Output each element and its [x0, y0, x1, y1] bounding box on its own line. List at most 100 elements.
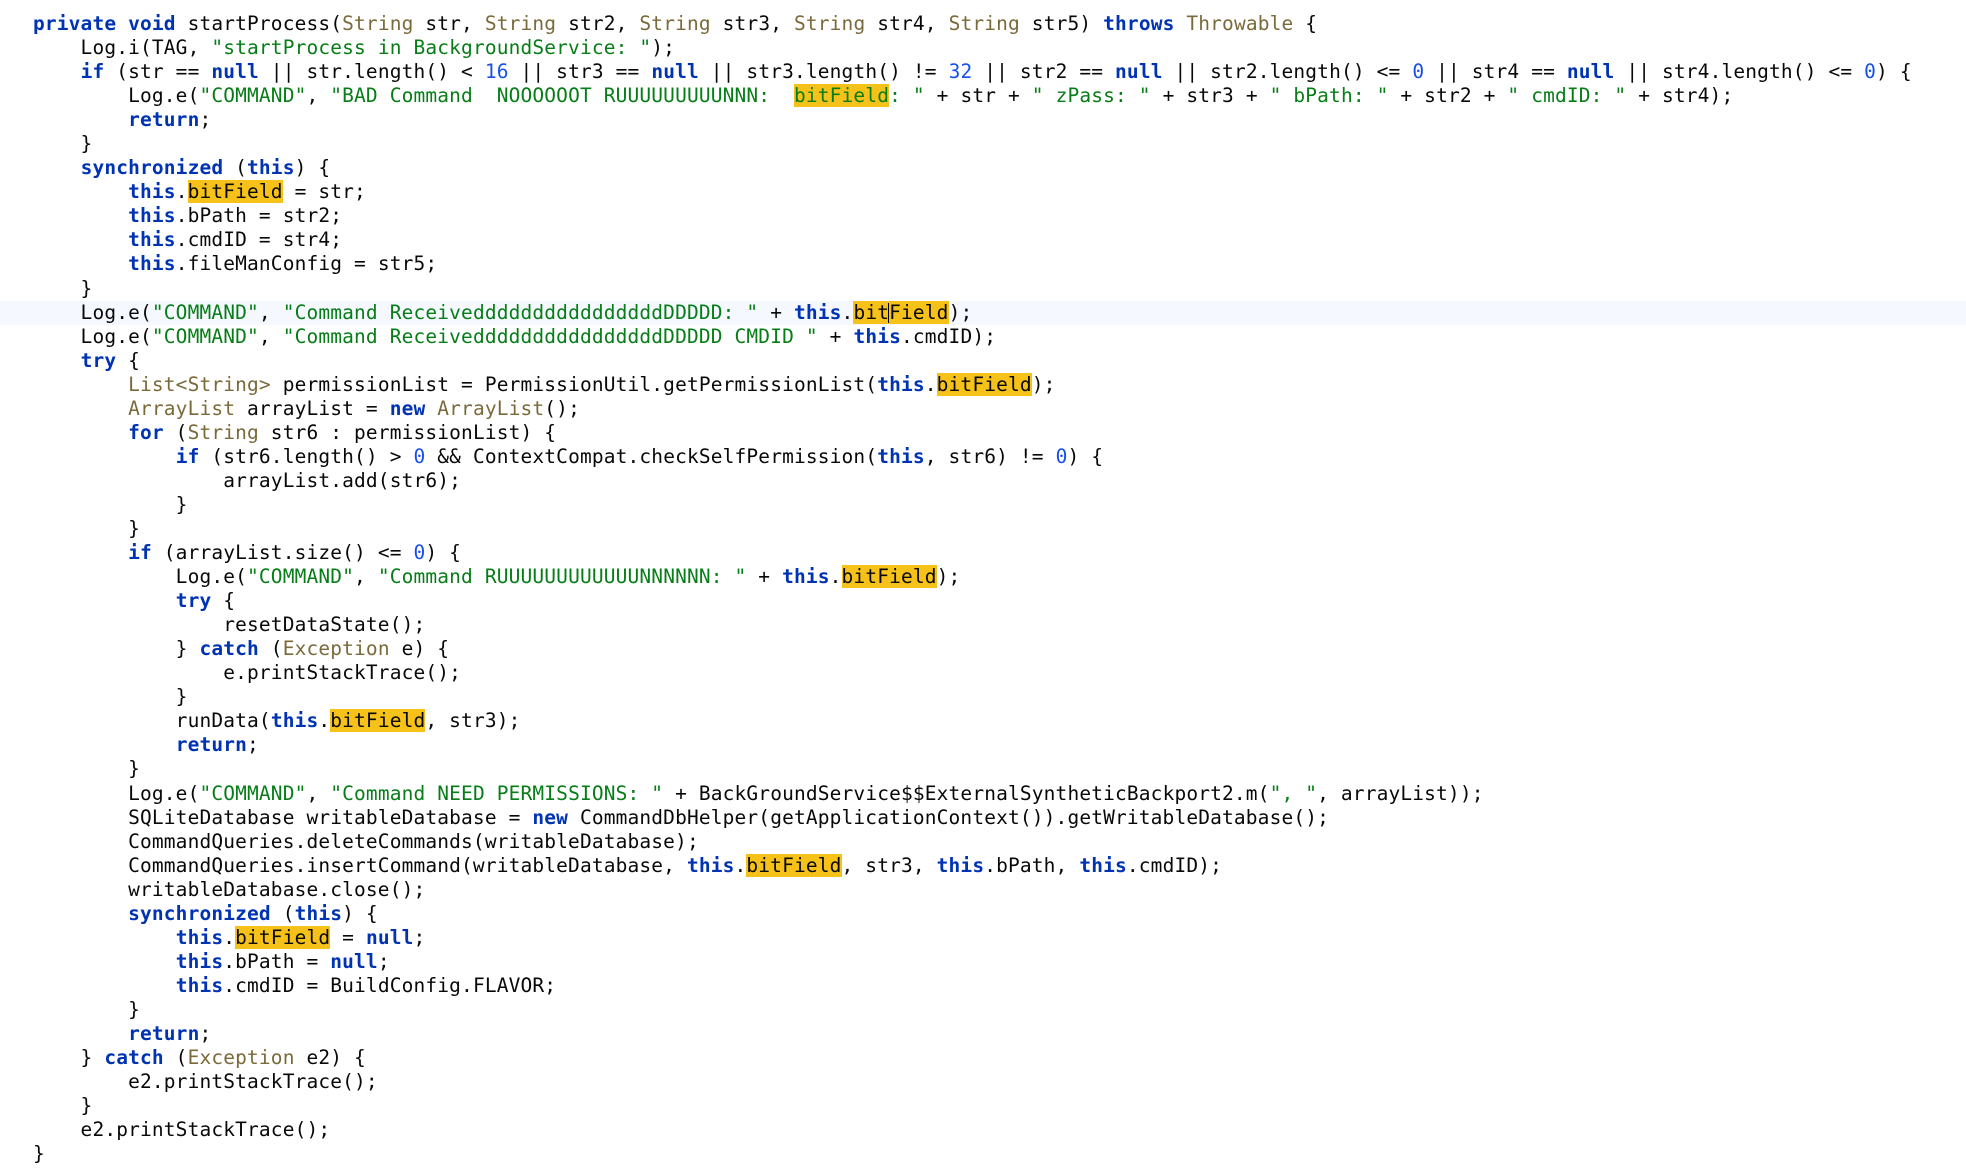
code-line[interactable]: } [0, 757, 1966, 781]
code-line[interactable]: Log.e("COMMAND", "Command RUUUUUUUUUUUUN… [0, 565, 1966, 589]
code-line[interactable]: runData(this.bitField, str3); [0, 709, 1966, 733]
code-line-current[interactable]: Log.e("COMMAND", "Command Receiveddddddd… [0, 300, 1966, 325]
code-line[interactable]: arrayList.add(str6); [0, 469, 1966, 493]
keyword-token: for [128, 420, 164, 444]
code-line[interactable]: if (arrayList.size() <= 0) { [0, 541, 1966, 565]
code-token: } [33, 1142, 45, 1166]
string-token: "COMMAND" [199, 84, 307, 108]
number-token: 32 [948, 60, 973, 84]
code-line[interactable]: resetDataState(); [0, 613, 1966, 637]
code-line[interactable]: for (String str6 : permissionList) { [0, 421, 1966, 445]
code-line[interactable]: try { [0, 349, 1966, 373]
code-line[interactable]: List<String> permissionList = Permission… [0, 372, 1966, 397]
code-token: SQLiteDatabase writableDatabase = [33, 805, 533, 829]
keyword-token: new [532, 805, 569, 829]
code-line[interactable]: if (str == null || str.length() < 16 || … [0, 60, 1966, 84]
code-token: .cmdID = BuildConfig.FLAVOR; [223, 973, 557, 997]
code-line[interactable]: } [0, 132, 1966, 156]
code-token: Log.e( [33, 781, 200, 805]
code-line[interactable]: } [0, 277, 1966, 301]
code-token: e.printStackTrace(); [33, 661, 462, 685]
code-line[interactable]: } [0, 493, 1966, 517]
code-line[interactable]: CommandQueries.deleteCommands(writableDa… [0, 830, 1966, 854]
code-token: ) { [425, 541, 462, 565]
code-line[interactable]: synchronized (this) { [0, 902, 1966, 926]
code-line[interactable]: this.bPath = str2; [0, 204, 1966, 228]
code-token: (str == [104, 60, 212, 84]
code-token: + BackGroundService$$ExternalSyntheticBa… [663, 781, 1270, 805]
code-line[interactable]: this.bitField = null; [0, 925, 1966, 950]
code-line[interactable]: writableDatabase.close(); [0, 878, 1966, 902]
code-line[interactable]: Log.i(TAG, "startProcess in BackgroundSe… [0, 36, 1966, 60]
code-token: Log.e( [33, 565, 248, 589]
type-token: Exception [282, 637, 390, 661]
code-line[interactable]: } [0, 998, 1966, 1022]
code-token: .bPath = str2; [175, 204, 343, 228]
code-token: ) { [342, 901, 378, 925]
type-token: ArrayList [128, 396, 236, 420]
code-line[interactable]: this.cmdID = str4; [0, 228, 1966, 252]
keyword-token: synchronized [128, 901, 271, 925]
code-line[interactable]: } [0, 1094, 1966, 1118]
code-token: (); [544, 396, 580, 420]
keyword-token: this [128, 204, 176, 228]
code-line[interactable]: CommandQueries.insertCommand(writableDat… [0, 853, 1966, 878]
code-token: startProcess( [175, 12, 343, 35]
keyword-token: this [686, 853, 735, 877]
code-token: arrayList.add(str6); [33, 468, 462, 492]
keyword-token: return [128, 1021, 200, 1045]
code-line[interactable]: e.printStackTrace(); [0, 661, 1966, 685]
code-token: || str3 == [508, 60, 652, 84]
code-editor[interactable]: private void startProcess(String str, St… [0, 0, 1966, 1173]
code-line[interactable]: return; [0, 1022, 1966, 1046]
keyword-token: null [365, 925, 414, 949]
code-token: , [306, 781, 331, 805]
code-token: str6 : permissionList) { [258, 420, 557, 444]
code-line[interactable]: SQLiteDatabase writableDatabase = new Co… [0, 806, 1966, 830]
code-line[interactable]: this.fileManConfig = str5; [0, 252, 1966, 276]
code-line[interactable]: synchronized (this) { [0, 156, 1966, 180]
keyword-token: null [651, 60, 699, 84]
code-token: ; [199, 1021, 212, 1045]
code-line[interactable]: if (str6.length() > 0 && ContextCompat.c… [0, 445, 1966, 469]
code-line[interactable]: e2.printStackTrace(); [0, 1118, 1966, 1142]
code-line[interactable]: } [0, 1142, 1966, 1166]
code-line[interactable]: Log.e("COMMAND", "Command Receiveddddddd… [0, 325, 1966, 349]
code-line[interactable]: e2.printStackTrace(); [0, 1070, 1966, 1094]
number-token: 0 [1055, 444, 1068, 468]
type-token: String [948, 12, 1020, 35]
code-line[interactable]: ArrayList arrayList = new ArrayList(); [0, 397, 1966, 421]
code-line[interactable]: } [0, 685, 1966, 709]
code-token: ) { [1876, 60, 1912, 84]
code-line[interactable]: private void startProcess(String str, St… [0, 12, 1966, 36]
code-line[interactable]: try { [0, 589, 1966, 613]
code-token: } [33, 757, 141, 781]
code-token: . [841, 300, 854, 324]
keyword-token: this [175, 973, 224, 997]
keyword-token: null [330, 949, 378, 973]
code-line[interactable]: this.bitField = str; [0, 180, 1966, 204]
code-token: resetDataState(); [33, 613, 426, 637]
code-token: str, [413, 12, 485, 35]
code-lines[interactable]: private void startProcess(String str, St… [0, 12, 1966, 1166]
code-token: ); [948, 300, 973, 324]
code-line[interactable]: this.cmdID = BuildConfig.FLAVOR; [0, 974, 1966, 998]
code-line[interactable]: this.bPath = null; [0, 950, 1966, 974]
code-line[interactable]: } [0, 517, 1966, 541]
code-line[interactable]: Log.e("COMMAND", "BAD Command NOOOOOOT R… [0, 84, 1966, 108]
code-line[interactable]: return; [0, 733, 1966, 757]
keyword-token: null [1566, 60, 1615, 84]
keyword-token: return [128, 108, 200, 132]
code-token: || str4.length() <= [1614, 60, 1865, 84]
code-line[interactable]: } catch (Exception e) { [0, 637, 1966, 661]
code-line[interactable]: return; [0, 108, 1966, 132]
code-line[interactable]: } catch (Exception e2) { [0, 1046, 1966, 1070]
code-line[interactable]: Log.e("COMMAND", "Command NEED PERMISSIO… [0, 782, 1966, 806]
code-token: = str; [282, 180, 366, 204]
